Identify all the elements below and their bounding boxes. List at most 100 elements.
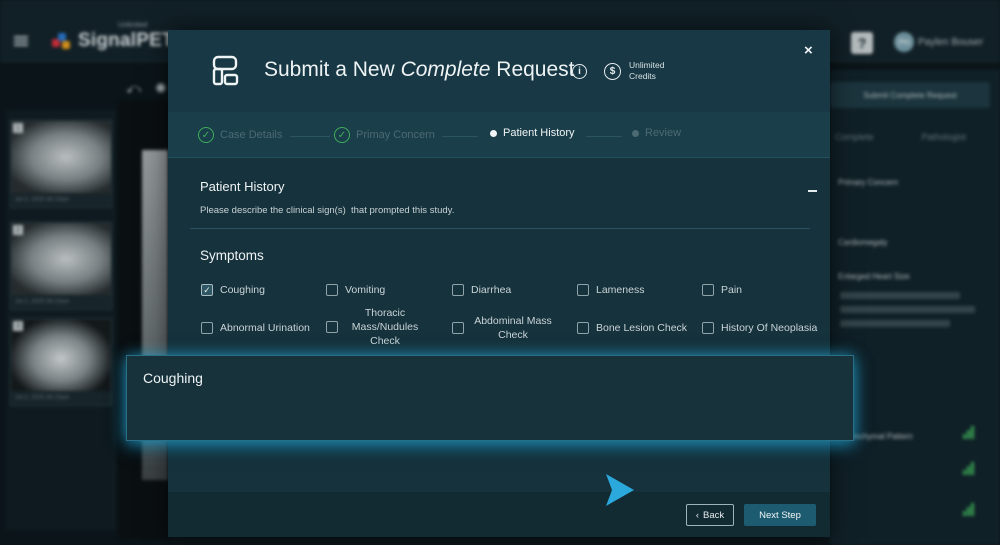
checkbox-checked-icon[interactable]: ✓ — [201, 284, 213, 296]
step-connector — [290, 136, 330, 137]
symptom-checkbox-thoracic-mass[interactable]: Thoracic Mass/Nudules Check — [326, 306, 436, 348]
credits-line: Unlimited — [629, 60, 665, 70]
app-logo[interactable]: SignalPET — [52, 30, 174, 52]
close-icon[interactable]: × — [804, 42, 813, 59]
thumbnail-number: 1 — [13, 123, 23, 133]
request-icon — [212, 55, 239, 86]
checkbox-icon[interactable] — [452, 322, 464, 334]
xray-thumbnail — [11, 223, 111, 295]
help-button[interactable]: ? — [851, 32, 873, 54]
step-review[interactable]: Review — [632, 127, 681, 139]
results-section-label: Cardiomegaly — [838, 238, 888, 247]
thumbnail-date: Jul 2, 2025 08:15am — [15, 395, 70, 401]
next-step-button[interactable]: Next Step — [744, 504, 816, 526]
symptom-checkbox-lameness[interactable]: Lameness — [577, 283, 644, 297]
credits-line: Credits — [629, 71, 656, 81]
checkbox-label: Diarrhea — [471, 284, 512, 296]
symptom-checkbox-bone-lesion[interactable]: Bone Lesion Check — [577, 321, 687, 335]
checkbox-label: Vomiting — [345, 284, 386, 296]
patient-history-section: Patient History Please describe the clin… — [168, 158, 830, 258]
step-label: Primay Concern — [356, 129, 435, 141]
collapse-minus-icon[interactable] — [808, 190, 817, 192]
symptom-checkbox-abdominal-mass[interactable]: Abdominal Mass Check — [452, 314, 562, 342]
results-text-line — [840, 306, 975, 313]
modal-title-suffix: Request — [490, 58, 575, 81]
mouse-pointer-icon — [606, 474, 634, 506]
back-button-label: Back — [703, 509, 725, 521]
step-label: Case Details — [220, 129, 283, 141]
logo-text: SignalPET — [78, 30, 174, 51]
checkbox-icon[interactable] — [201, 322, 213, 334]
checkbox-label: Abdominal Mass Check — [474, 315, 552, 341]
thumbnail-number: 2 — [13, 225, 23, 235]
checkbox-label: Thoracic Mass/Nudules Check — [351, 307, 419, 347]
hamburger-menu-icon[interactable] — [14, 36, 28, 46]
thumbnail-item[interactable]: 3 Jul 2, 2025 08:15am — [10, 318, 112, 406]
step-label: Patient History — [503, 127, 575, 139]
symptom-checkbox-abnormal-urination[interactable]: Abnormal Urination — [201, 321, 310, 335]
symptom-checkbox-diarrhea[interactable]: Diarrhea — [452, 283, 511, 297]
step-label: Review — [645, 127, 682, 139]
symptom-checkbox-vomiting[interactable]: Vomiting — [326, 283, 385, 297]
checkbox-label: Pain — [721, 284, 743, 296]
modal-title-emphasis: Complete — [400, 58, 491, 81]
user-name[interactable]: Paylen Bouser — [918, 37, 983, 48]
history-text-value: Coughing — [143, 370, 203, 386]
symptom-checkbox-pain[interactable]: Pain — [702, 283, 742, 297]
submit-request-modal: Submit a New Complete Request i $ Unlimi… — [168, 30, 830, 537]
history-text-field-callout[interactable]: Coughing — [126, 355, 854, 441]
section-divider — [190, 228, 810, 229]
checkbox-icon[interactable] — [702, 322, 714, 334]
viewer-toolbar: ⤺ ✺ — [126, 80, 167, 97]
symptom-checkbox-coughing[interactable]: ✓ Coughing — [201, 283, 265, 297]
checkbox-icon[interactable] — [702, 284, 714, 296]
back-button[interactable]: ‹ Back — [686, 504, 734, 526]
checkbox-icon[interactable] — [577, 284, 589, 296]
results-text-line — [840, 292, 960, 299]
xray-thumbnail — [11, 319, 111, 391]
signal-bars-icon — [963, 503, 974, 516]
step-case-details[interactable]: ✓ Case Details — [198, 127, 282, 143]
undo-icon[interactable]: ⤺ — [126, 80, 141, 97]
results-section-label: Primary Concern — [838, 178, 899, 187]
checkbox-label: Lameness — [596, 284, 645, 296]
checkbox-label: History Of Neoplasia — [721, 322, 818, 334]
step-primary-concern[interactable]: ✓ Primay Concern — [334, 127, 435, 143]
step-patient-history[interactable]: Patient History — [490, 127, 575, 139]
results-section-label: Enlarged Heart Size — [838, 272, 910, 281]
checkbox-icon[interactable] — [326, 284, 338, 296]
thumbnail-item[interactable]: 2 Jul 2, 2025 08:15am — [10, 222, 112, 310]
checkbox-icon[interactable] — [577, 322, 589, 334]
app-window: SignalPET Unlimited ? PH Paylen Bouser ⤺… — [0, 0, 1000, 545]
active-step-dot-icon — [490, 129, 497, 137]
thumbnail-number: 3 — [13, 321, 23, 331]
brightness-icon[interactable]: ✺ — [155, 80, 167, 97]
logo-subtext: Unlimited — [118, 22, 148, 29]
results-tabs: Complete Pathologist — [835, 132, 966, 142]
thumbnail-item[interactable]: 1 Jul 2, 2025 08:15am — [10, 120, 112, 208]
info-icon[interactable]: i — [572, 64, 587, 79]
user-avatar[interactable]: PH — [894, 32, 914, 52]
checkbox-label: Coughing — [220, 284, 265, 296]
checkbox-label: Bone Lesion Check — [596, 322, 688, 334]
symptom-checkbox-history-of-neoplasia[interactable]: History Of Neoplasia — [702, 321, 817, 335]
modal-footer: ‹ Back Next Step — [168, 492, 830, 537]
dollar-coin-icon: $ — [604, 63, 621, 80]
tab-pathologist[interactable]: Pathologist — [922, 132, 967, 142]
submit-complete-request-button[interactable]: Submit Complete Request — [830, 82, 990, 108]
signal-bars-icon — [963, 462, 974, 475]
modal-header: Submit a New Complete Request i $ Unlimi… — [168, 30, 830, 112]
checkbox-icon[interactable] — [452, 284, 464, 296]
section-title: Patient History — [200, 179, 285, 194]
results-text-line — [840, 320, 950, 327]
pending-step-dot-icon — [632, 129, 639, 137]
check-circle-icon: ✓ — [198, 127, 214, 143]
step-connector — [586, 136, 622, 137]
checkbox-icon[interactable] — [326, 321, 338, 333]
checkbox-label: Abnormal Urination — [220, 322, 310, 334]
thumbnail-date: Jul 2, 2025 08:15am — [15, 299, 70, 305]
tab-complete[interactable]: Complete — [835, 132, 874, 142]
symptoms-heading: Symptoms — [200, 248, 264, 263]
modal-title: Submit a New Complete Request — [264, 58, 575, 82]
check-circle-icon: ✓ — [334, 127, 350, 143]
